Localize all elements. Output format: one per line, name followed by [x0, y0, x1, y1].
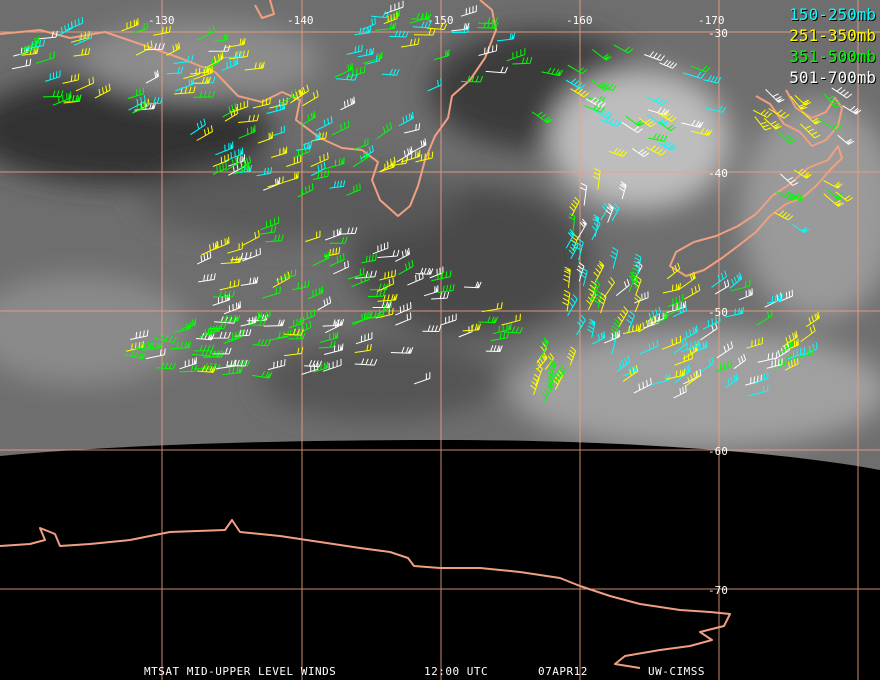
- latitude-label: -50: [708, 306, 728, 319]
- footer-date: 07APR12: [538, 665, 588, 678]
- legend-entry-251-350mb: 251-350mb: [789, 26, 876, 45]
- longitude-label: -130: [148, 14, 175, 27]
- longitude-label: -150: [427, 14, 454, 27]
- longitude-label: -160: [566, 14, 593, 27]
- legend-entry-501-700mb: 501-700mb: [789, 68, 876, 87]
- latitude-label: -70: [708, 584, 728, 597]
- map-canvas: -130 -140 -150 -160 -170 -30 -40 -50 -60…: [0, 0, 880, 680]
- longitude-label: -170: [698, 14, 725, 27]
- footer-source: UW-CIMSS: [648, 665, 705, 678]
- latitude-label: -60: [708, 445, 728, 458]
- latitude-label: -30: [708, 27, 728, 40]
- pressure-level-legend: 150-250mb 251-350mb 351-500mb 501-700mb: [789, 4, 876, 88]
- latitude-label: -40: [708, 167, 728, 180]
- legend-entry-351-500mb: 351-500mb: [789, 47, 876, 66]
- legend-entry-150-250mb: 150-250mb: [789, 5, 876, 24]
- footer-time: 12:00 UTC: [424, 665, 489, 678]
- product-footer: MTSAT MID-UPPER LEVEL WINDS 12:00 UTC 07…: [0, 665, 880, 679]
- coastline-antarctica: [0, 519, 731, 669]
- footer-product: MTSAT MID-UPPER LEVEL WINDS: [144, 665, 337, 678]
- water-vapor-imagery: [0, 0, 880, 470]
- longitude-label: -140: [287, 14, 314, 27]
- satellite-wind-map: -130 -140 -150 -160 -170 -30 -40 -50 -60…: [0, 0, 880, 680]
